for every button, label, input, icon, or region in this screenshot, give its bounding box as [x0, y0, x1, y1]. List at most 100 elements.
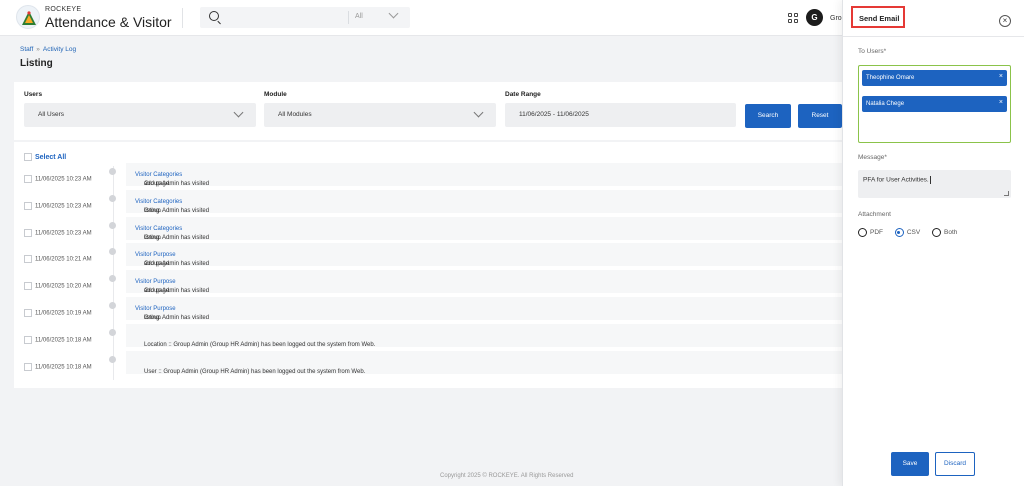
- discard-button[interactable]: Discard: [935, 452, 975, 476]
- list-item: 11/06/2025 10:19 AM Group Admin has visit…: [14, 297, 854, 323]
- activity-post: add page.: [144, 181, 171, 187]
- global-search-input[interactable]: All: [200, 7, 410, 28]
- row-timestamp: 11/06/2025 10:23 AM: [35, 176, 92, 183]
- date-range-value: 11/06/2025 - 11/06/2025: [519, 111, 589, 118]
- activity-link[interactable]: Visitor Purpose: [135, 279, 176, 285]
- attachment-label: Attachment: [858, 211, 891, 218]
- date-range-input[interactable]: 11/06/2025 - 11/06/2025: [505, 103, 736, 127]
- activity-text: Group Admin has visited Visitor Purpose …: [135, 306, 209, 321]
- list-item: 11/06/2025 10:18 AM Location :: Group Adm…: [14, 323, 854, 350]
- select-all-checkbox[interactable]: Select All: [24, 153, 66, 161]
- row-timestamp: 11/06/2025 10:23 AM: [35, 203, 92, 210]
- row-timestamp: 11/06/2025 10:21 AM: [35, 256, 92, 263]
- save-button[interactable]: Save: [891, 452, 929, 476]
- row-checkbox[interactable]: [24, 255, 32, 264]
- timeline-dot: [109, 248, 116, 256]
- list-item: 11/06/2025 10:23 AM Group Admin has visit…: [14, 163, 854, 189]
- row-date[interactable]: 11/06/2025 10:19 AM: [24, 309, 92, 317]
- activity-message: Group Admin has visited Visitor Purpose …: [126, 297, 854, 321]
- attachment-radio-csv[interactable]: CSV: [894, 228, 926, 237]
- avatar[interactable]: G: [806, 9, 823, 26]
- row-checkbox[interactable]: [24, 175, 32, 183]
- row-date[interactable]: 11/06/2025 10:21 AM: [24, 255, 92, 264]
- breadcrumb-activity-log-link[interactable]: Activity Log: [43, 46, 76, 53]
- search-scope-select[interactable]: All: [355, 13, 363, 20]
- attachment-radio-both[interactable]: Both: [932, 228, 963, 237]
- activity-text: Group Admin has visited Visitor Categori…: [135, 226, 209, 241]
- activity-link[interactable]: Visitor Purpose: [135, 306, 176, 312]
- row-date[interactable]: 11/06/2025 10:20 AM: [24, 282, 92, 291]
- chevron-down-icon: [233, 107, 244, 118]
- user-chip-name: Natalia Chege: [866, 101, 905, 107]
- radio-label: Both: [944, 229, 958, 236]
- activity-post: listing.: [144, 315, 162, 321]
- radio-circle[interactable]: [932, 228, 941, 237]
- close-icon[interactable]: ×: [999, 15, 1011, 27]
- attachment-radio-pdf[interactable]: PDF: [858, 228, 889, 237]
- list-item: 11/06/2025 10:23 AM Group Admin has visit…: [14, 189, 854, 216]
- module-filter-label: Module: [264, 91, 287, 98]
- send-email-drawer: Send Email × To Users* Theophine Omare ×…: [842, 0, 1024, 486]
- timeline-dot: [109, 328, 116, 336]
- filter-panel: Users All Users Module All Modules Date …: [14, 82, 854, 140]
- row-date[interactable]: 11/06/2025 10:23 AM: [24, 228, 92, 237]
- timeline-dot: [109, 194, 116, 202]
- radio-circle[interactable]: [894, 228, 904, 237]
- message-textarea[interactable]: PFA for User Activities.: [858, 170, 1011, 198]
- activity-message: Group Admin has visited Visitor Purpose …: [126, 243, 854, 268]
- activity-message: Group Admin has visited Visitor Categori…: [126, 216, 854, 241]
- app-title: Attendance & Visitor: [45, 14, 172, 30]
- users-filter-select[interactable]: All Users: [24, 103, 256, 127]
- date-range-label: Date Range: [505, 91, 541, 98]
- timeline-dot: [109, 221, 116, 229]
- to-users-label: To Users*: [858, 48, 887, 55]
- message-label: Message*: [858, 154, 887, 161]
- apps-grid-icon[interactable]: [788, 13, 798, 23]
- reset-button[interactable]: Reset: [798, 104, 842, 128]
- remove-chip-icon[interactable]: ×: [999, 99, 1003, 106]
- row-checkbox[interactable]: [24, 309, 32, 317]
- user-name[interactable]: Gro: [830, 15, 842, 22]
- row-date[interactable]: 11/06/2025 10:18 AM: [24, 335, 92, 344]
- list-item: 11/06/2025 10:20 AM Group Admin has visit…: [14, 270, 854, 296]
- row-timestamp: 11/06/2025 10:18 AM: [35, 364, 92, 371]
- remove-chip-icon[interactable]: ×: [999, 73, 1003, 80]
- resize-handle-icon[interactable]: [1004, 191, 1009, 196]
- to-users-field[interactable]: Theophine Omare × Natalia Chege ×: [858, 65, 1011, 143]
- activity-link[interactable]: Visitor Categories: [135, 226, 182, 232]
- row-checkbox[interactable]: [24, 335, 32, 344]
- row-checkbox[interactable]: [24, 282, 32, 291]
- row-date[interactable]: 11/06/2025 10:23 AM: [24, 175, 92, 183]
- activity-message: Location :: Group Admin (Group HR Admin)…: [126, 323, 854, 348]
- activity-post: add page.: [144, 288, 171, 295]
- select-all-label: Select All: [35, 153, 67, 161]
- activity-link[interactable]: Visitor Purpose: [135, 252, 176, 258]
- activity-link[interactable]: Visitor Categories: [135, 199, 182, 205]
- page-title: Listing: [20, 58, 53, 69]
- search-divider: [348, 11, 349, 24]
- row-checkbox[interactable]: [24, 201, 32, 210]
- radio-circle[interactable]: [858, 228, 867, 237]
- attachment-radio-group: PDF CSV Both: [858, 228, 967, 237]
- message-value: PFA for User Activities.: [863, 176, 929, 184]
- list-item: 11/06/2025 10:23 AM Group Admin has visit…: [14, 216, 854, 243]
- checkbox[interactable]: [24, 153, 32, 161]
- row-timestamp: 11/06/2025 10:20 AM: [35, 283, 92, 290]
- activity-message: Group Admin has visited Visitor Purpose …: [126, 270, 854, 295]
- breadcrumb-staff-link[interactable]: Staff: [20, 46, 33, 53]
- row-checkbox[interactable]: [24, 228, 32, 237]
- activity-message: Group Admin has visited Visitor Categori…: [126, 189, 854, 214]
- list-item: 11/06/2025 10:18 AM User :: Group Admin (…: [14, 350, 854, 377]
- row-timestamp: 11/06/2025 10:18 AM: [35, 337, 92, 344]
- module-filter-select[interactable]: All Modules: [264, 103, 496, 127]
- activity-link[interactable]: Visitor Categories: [135, 172, 182, 178]
- text-caret: [929, 176, 931, 184]
- breadcrumb-separator: »: [36, 46, 40, 53]
- search-button[interactable]: Search: [745, 104, 791, 128]
- row-date[interactable]: 11/06/2025 10:23 AM: [24, 201, 92, 210]
- row-checkbox[interactable]: [24, 362, 32, 371]
- row-date[interactable]: 11/06/2025 10:18 AM: [24, 362, 92, 371]
- activity-text: Group Admin has visited Visitor Purpose …: [135, 252, 209, 267]
- chevron-down-icon: [388, 8, 399, 19]
- rockeye-logo[interactable]: [16, 5, 40, 29]
